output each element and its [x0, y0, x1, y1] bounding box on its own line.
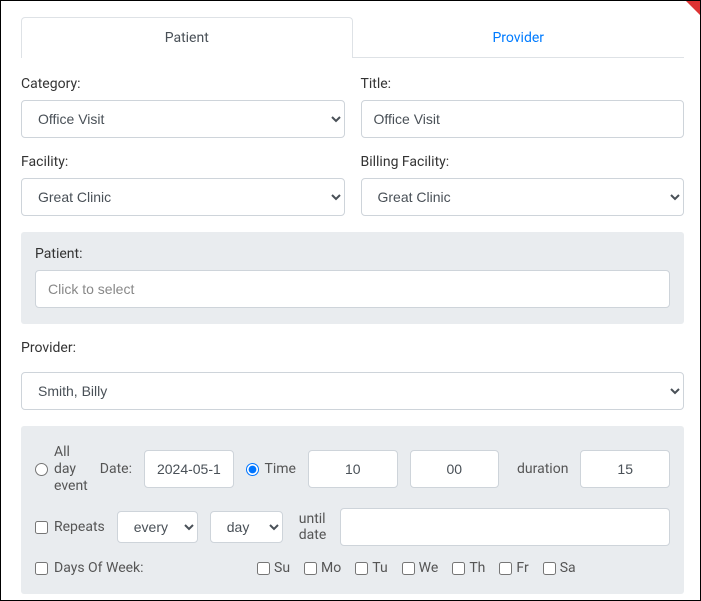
facility-select[interactable]: Great Clinic: [21, 178, 345, 216]
title-input[interactable]: [361, 100, 685, 138]
category-select[interactable]: Office Visit: [21, 100, 345, 138]
time-label: Time: [265, 461, 296, 477]
days-of-week-label: Days Of Week:: [54, 560, 144, 576]
dow-tu-label: Tu: [372, 560, 387, 576]
all-day-radio[interactable]: [35, 463, 48, 476]
dow-mo-label: Mo: [321, 560, 341, 576]
date-label: Date:: [100, 461, 132, 477]
provider-label: Provider:: [21, 340, 684, 356]
repeats-checkbox[interactable]: [35, 521, 48, 534]
time-hour-input[interactable]: [308, 450, 398, 488]
duration-input[interactable]: [580, 450, 670, 488]
billing-facility-label: Billing Facility:: [361, 154, 685, 170]
repeat-every-select[interactable]: every: [117, 511, 198, 543]
all-day-label: All day event: [54, 444, 88, 494]
repeat-unit-select[interactable]: day: [210, 511, 283, 543]
dow-su-checkbox[interactable]: [257, 562, 270, 575]
tab-patient[interactable]: Patient: [21, 17, 353, 58]
dow-we-label: We: [419, 560, 439, 576]
dow-sa-label: Sa: [560, 560, 576, 576]
dow-th-checkbox[interactable]: [452, 562, 465, 575]
time-radio[interactable]: [246, 463, 259, 476]
title-label: Title:: [361, 76, 685, 92]
provider-select[interactable]: Smith, Billy: [21, 372, 684, 410]
schedule-panel: All day event Date: Time duration Repeat…: [21, 426, 684, 594]
category-label: Category:: [21, 76, 345, 92]
billing-facility-select[interactable]: Great Clinic: [361, 178, 685, 216]
dow-tu-checkbox[interactable]: [355, 562, 368, 575]
time-minute-input[interactable]: [410, 450, 500, 488]
facility-label: Facility:: [21, 154, 345, 170]
dow-su-label: Su: [274, 560, 290, 576]
corner-accent: [686, 1, 700, 15]
repeats-label: Repeats: [54, 519, 105, 535]
dow-fr-label: Fr: [516, 560, 528, 576]
dow-th-label: Th: [469, 560, 485, 576]
dow-we-checkbox[interactable]: [402, 562, 415, 575]
until-label: until date: [299, 511, 328, 543]
dow-mo-checkbox[interactable]: [304, 562, 317, 575]
tab-provider[interactable]: Provider: [353, 17, 685, 58]
until-date-input[interactable]: [340, 508, 670, 546]
days-of-week-list: Su Mo Tu We Th Fr Sa: [257, 560, 576, 576]
patient-label: Patient:: [35, 246, 670, 262]
date-input[interactable]: [144, 450, 234, 488]
days-of-week-checkbox[interactable]: [35, 562, 48, 575]
duration-label: duration: [517, 461, 568, 477]
dow-sa-checkbox[interactable]: [543, 562, 556, 575]
patient-input[interactable]: [35, 270, 670, 308]
tabs: Patient Provider: [21, 17, 684, 58]
dow-fr-checkbox[interactable]: [499, 562, 512, 575]
